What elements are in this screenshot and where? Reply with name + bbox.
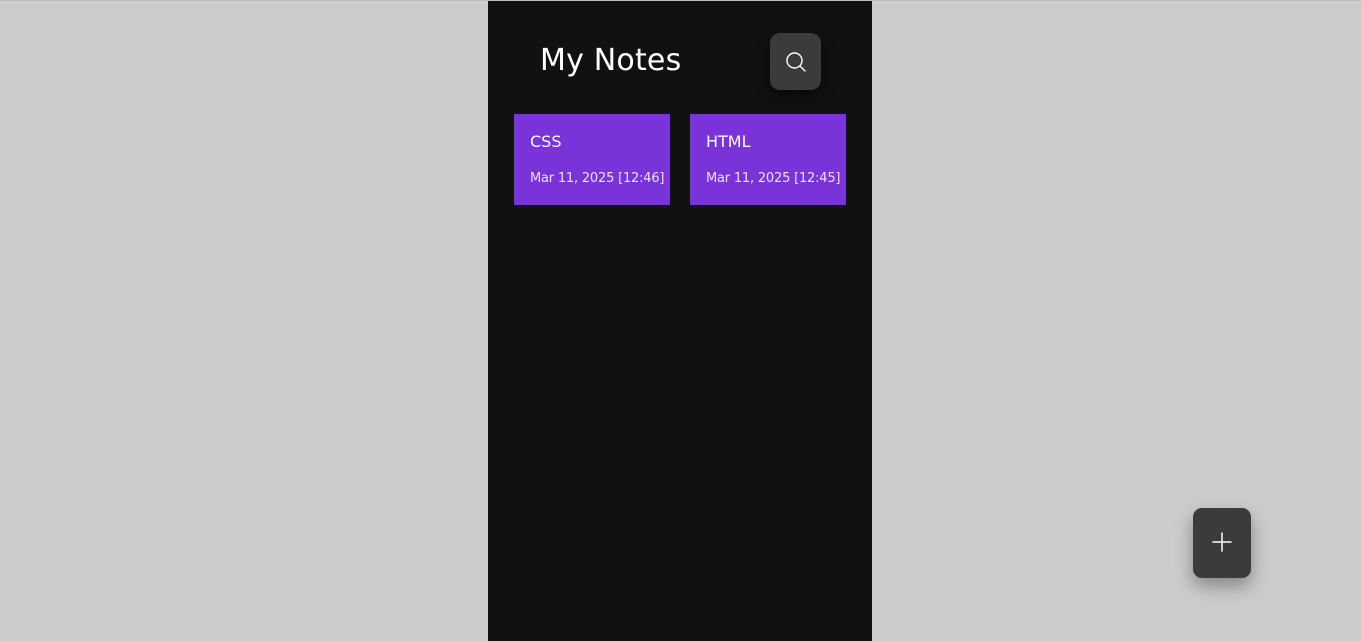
- note-card[interactable]: CSS Mar 11, 2025 [12:46]: [514, 114, 670, 205]
- note-date: Mar 11, 2025 [12:45]: [706, 171, 841, 186]
- search-button[interactable]: [770, 33, 821, 90]
- search-icon: [785, 51, 807, 73]
- plus-icon: [1211, 531, 1233, 556]
- notes-app: My Notes CSS Mar 11, 2025 [12:46] HTML M…: [488, 1, 872, 641]
- note-card[interactable]: HTML Mar 11, 2025 [12:45]: [690, 114, 846, 205]
- note-title: HTML: [706, 132, 751, 151]
- add-note-button[interactable]: [1193, 508, 1251, 578]
- note-title: CSS: [530, 132, 562, 151]
- note-date: Mar 11, 2025 [12:46]: [530, 171, 665, 186]
- page-title: My Notes: [540, 43, 682, 78]
